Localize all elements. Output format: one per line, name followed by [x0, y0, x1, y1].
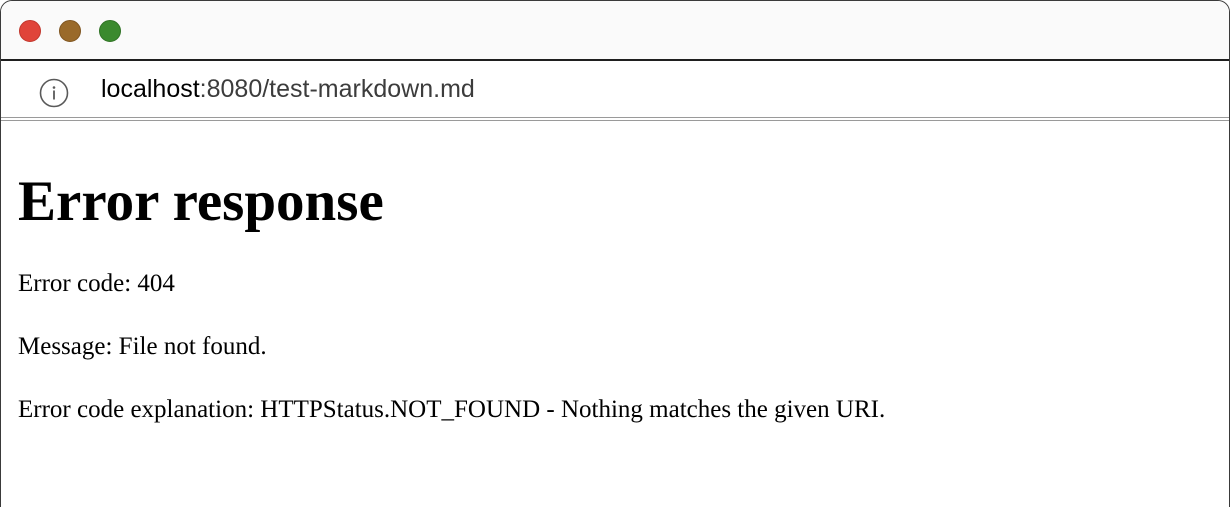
zoom-window-button[interactable] [99, 20, 121, 42]
title-bar [1, 1, 1229, 61]
url-path: :8080/test-markdown.md [199, 75, 475, 103]
error-code-text: Error code: 404 [18, 270, 175, 297]
error-message-text: Message: File not found. [18, 333, 267, 360]
url-text[interactable]: localhost:8080/test-markdown.md [101, 75, 475, 104]
url-host: localhost [101, 75, 200, 103]
close-window-button[interactable] [19, 20, 41, 42]
page-title: Error response [18, 170, 384, 233]
minimize-window-button[interactable] [59, 20, 81, 42]
page-content: Error response Error code: 404 Message: … [18, 123, 1219, 425]
browser-window: localhost:8080/test-markdown.md Error re… [0, 0, 1230, 507]
info-icon[interactable] [39, 78, 69, 108]
error-explanation-text: Error code explanation: HTTPStatus.NOT_F… [18, 396, 886, 423]
address-bar[interactable]: localhost:8080/test-markdown.md [1, 61, 1229, 121]
